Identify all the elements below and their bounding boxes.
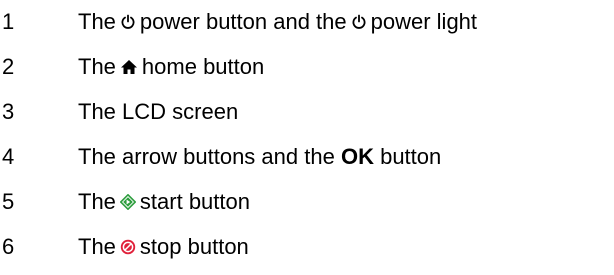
item-number: 3 — [2, 99, 15, 124]
item-text-pre: The — [78, 9, 116, 34]
item-description: The LCD screen — [78, 101, 238, 123]
item-description: The home button — [78, 56, 264, 78]
stop-icon — [120, 239, 136, 255]
list-item: 1 The power button and the power light — [0, 2, 614, 42]
item-text-pre: The arrow buttons and the — [78, 144, 335, 169]
item-text-post: stop button — [139, 234, 249, 259]
ok-label: OK — [340, 144, 374, 169]
item-text-pre: The — [78, 189, 116, 214]
item-number: 4 — [2, 144, 15, 169]
item-text-mid: power button and the — [139, 9, 347, 34]
list-item: 3 The LCD screen — [0, 92, 614, 132]
control-panel-legend: 1 The power button and the power light 2 — [0, 0, 614, 275]
item-text-post: start button — [139, 189, 250, 214]
item-description: The arrow buttons and the OK button — [78, 146, 441, 168]
list-item: 2 The home button — [0, 47, 614, 87]
power-icon — [351, 14, 367, 30]
home-icon — [120, 59, 138, 75]
list-item: 5 The start button — [0, 182, 614, 222]
list-item: 4 The arrow buttons and the OK button — [0, 137, 614, 177]
item-number: 1 — [2, 9, 15, 34]
list-item: 6 The stop button — [0, 227, 614, 267]
item-number: 6 — [2, 234, 15, 259]
item-number: 5 — [2, 189, 15, 214]
item-text-pre: The — [78, 54, 116, 79]
power-icon — [120, 14, 136, 30]
item-text-pre: The — [78, 234, 116, 259]
item-text-post: power light — [370, 9, 478, 34]
item-text: The LCD screen — [78, 99, 239, 124]
start-icon — [119, 194, 136, 210]
item-text-post: button — [380, 144, 442, 169]
item-description: The stop button — [78, 236, 249, 258]
item-number: 2 — [2, 54, 15, 79]
item-description: The power button and the power light — [78, 11, 477, 33]
item-description: The start button — [78, 191, 250, 213]
item-text-post: home button — [141, 54, 265, 79]
